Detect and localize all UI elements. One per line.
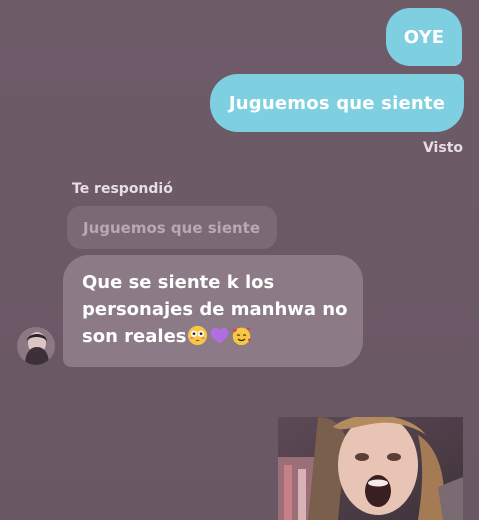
chat-screen: OYE Juguemos que siente Visto Te respond… xyxy=(0,0,479,520)
message-text: OYE xyxy=(403,26,445,48)
purple-heart-icon xyxy=(211,327,229,343)
sent-message-bubble[interactable]: Juguemos que siente xyxy=(210,74,464,132)
avatar-image xyxy=(17,327,55,365)
smiling-face-with-hearts-icon xyxy=(233,327,252,345)
video-thumbnail[interactable] xyxy=(278,417,463,520)
flushed-face-icon xyxy=(188,325,208,345)
message-text: son reales xyxy=(82,326,187,347)
message-line: personajes de manhwa no xyxy=(82,299,348,320)
message-line: Que se siente k los xyxy=(82,272,275,293)
quoted-text: Juguemos que siente xyxy=(83,218,261,237)
received-message-bubble[interactable]: Que se siente k los personajes de manhwa… xyxy=(63,255,363,367)
reply-label: Te respondió xyxy=(72,181,173,197)
avatar[interactable] xyxy=(17,327,55,365)
sent-message-bubble[interactable]: OYE xyxy=(386,8,462,66)
message-text: Juguemos que siente xyxy=(228,92,446,114)
seen-status: Visto xyxy=(422,140,463,156)
video-frame xyxy=(278,417,463,520)
message-line: son reales xyxy=(82,323,345,350)
quoted-message[interactable]: Juguemos que siente xyxy=(67,206,277,249)
